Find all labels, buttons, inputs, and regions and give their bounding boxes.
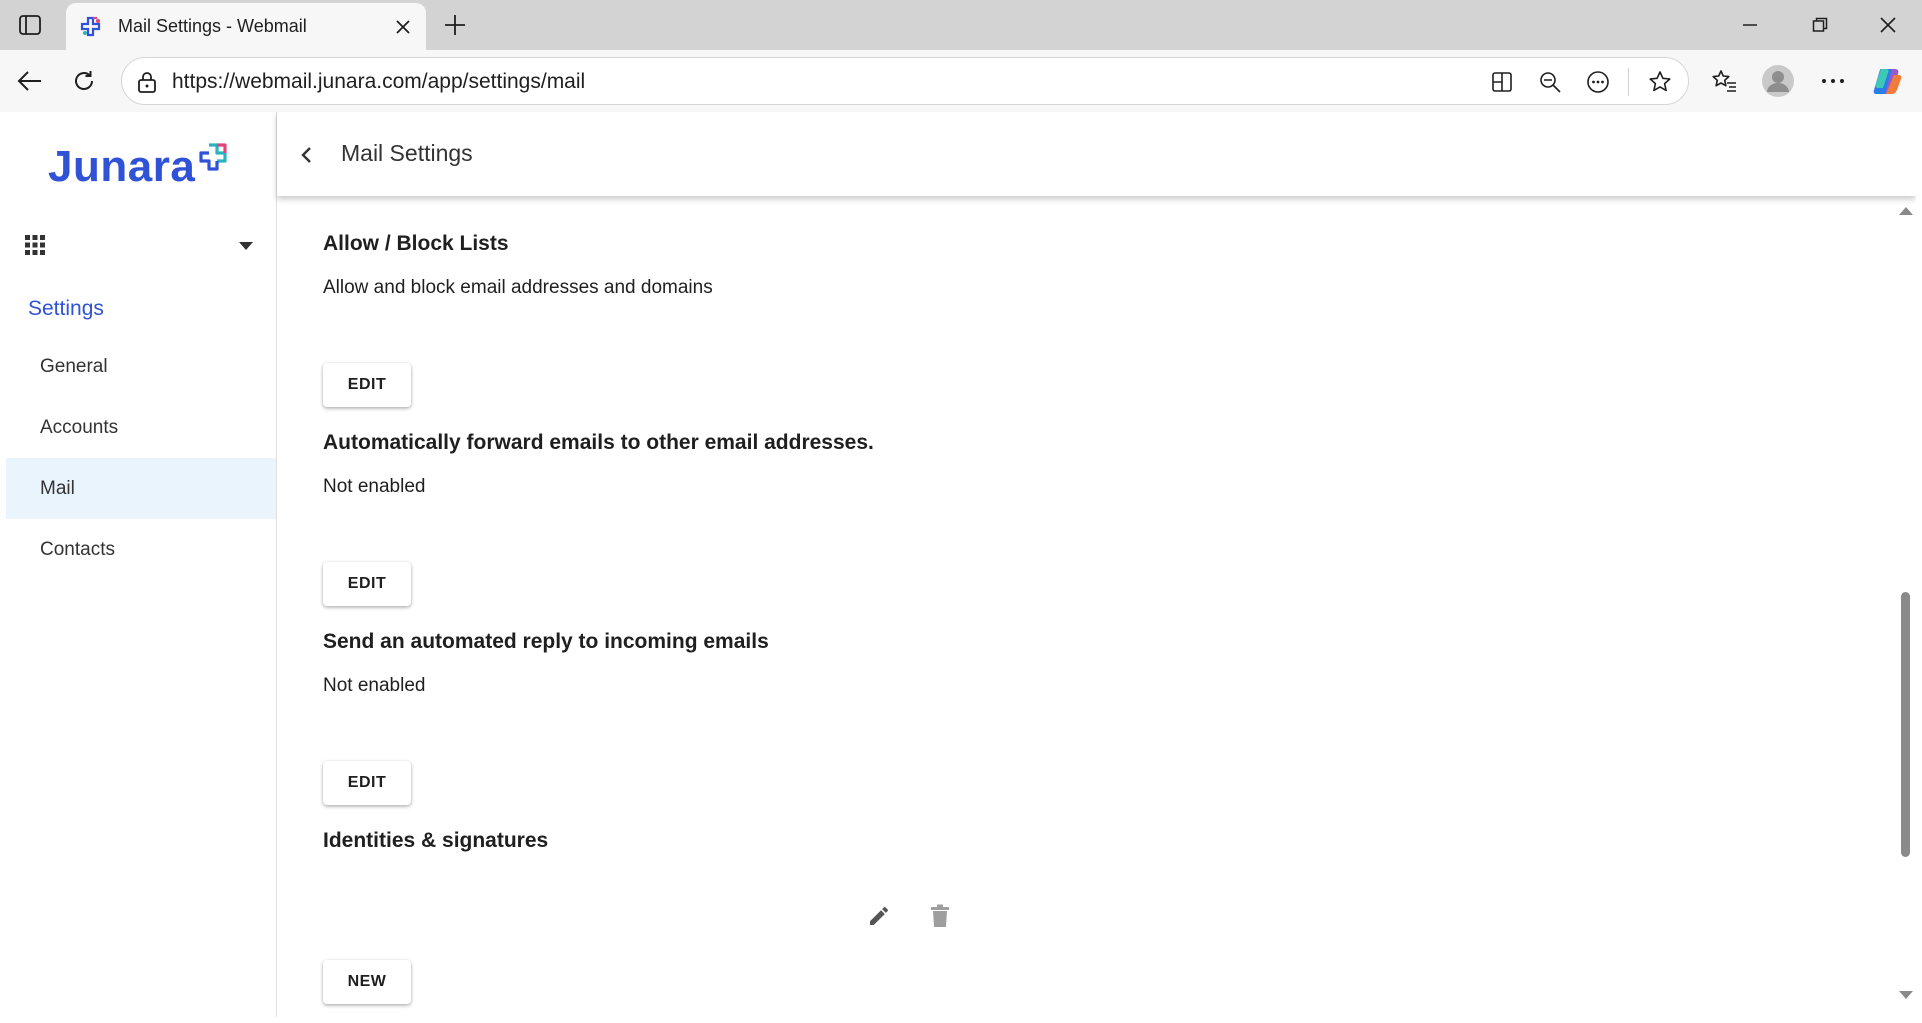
url-text[interactable]: https://webmail.junara.com/app/settings/… bbox=[172, 70, 585, 94]
page-title: Mail Settings bbox=[341, 140, 473, 166]
copilot-icon[interactable] bbox=[1870, 63, 1906, 99]
minimize-icon[interactable] bbox=[1720, 0, 1780, 50]
main-panel: Mail Settings Allow / Block Lists Allow … bbox=[277, 112, 1916, 1017]
divider bbox=[1628, 68, 1629, 96]
sidebar-item-contacts[interactable]: Contacts bbox=[6, 519, 276, 580]
app-switcher[interactable] bbox=[6, 226, 277, 266]
logo-text: Junara bbox=[48, 142, 196, 191]
allow-block-description: Allow and block email addresses and doma… bbox=[323, 277, 713, 298]
split-screen-icon[interactable] bbox=[1488, 68, 1516, 96]
address-bar[interactable]: https://webmail.junara.com/app/settings/… bbox=[121, 57, 1689, 105]
allow-block-title: Allow / Block Lists bbox=[323, 232, 509, 255]
page-viewport: Junara Settings General Accounts Mail Co… bbox=[6, 112, 1916, 1017]
chevron-left-icon[interactable] bbox=[289, 138, 323, 172]
browser-tab-active[interactable]: Mail Settings - Webmail bbox=[66, 3, 426, 50]
chevron-down-icon[interactable] bbox=[236, 236, 256, 256]
ellipsis-icon[interactable] bbox=[1815, 63, 1851, 99]
favorites-list-icon[interactable] bbox=[1706, 63, 1742, 99]
scroll-down-arrow-icon[interactable] bbox=[1899, 988, 1913, 999]
allow-block-edit-button[interactable]: EDIT bbox=[323, 363, 411, 407]
plus-icon[interactable] bbox=[438, 8, 472, 42]
browser-titlebar: Mail Settings - Webmail bbox=[0, 0, 1922, 50]
lock-icon[interactable] bbox=[134, 69, 160, 95]
forward-status: Not enabled bbox=[323, 476, 426, 497]
tab-title: Mail Settings - Webmail bbox=[118, 16, 307, 36]
forward-edit-button[interactable]: EDIT bbox=[323, 562, 411, 606]
page-header: Mail Settings bbox=[277, 112, 1916, 196]
settings-content: Allow / Block Lists Allow and block emai… bbox=[277, 196, 1916, 1017]
sidebar-item-accounts[interactable]: Accounts bbox=[6, 397, 276, 458]
more-circle-icon[interactable] bbox=[1584, 68, 1612, 96]
sidebar-item-general[interactable]: General bbox=[6, 336, 276, 397]
zoom-out-icon[interactable] bbox=[1536, 68, 1564, 96]
refresh-icon[interactable] bbox=[66, 63, 102, 99]
junara-logo[interactable]: Junara bbox=[48, 142, 231, 198]
auto-reply-edit-button[interactable]: EDIT bbox=[323, 761, 411, 805]
auto-reply-title: Send an automated reply to incoming emai… bbox=[323, 630, 769, 653]
tab-actions-icon[interactable] bbox=[14, 12, 46, 38]
close-icon[interactable] bbox=[1858, 0, 1918, 50]
restore-icon[interactable] bbox=[1790, 0, 1850, 50]
scrollbar[interactable] bbox=[1895, 196, 1916, 1017]
auto-reply-status: Not enabled bbox=[323, 675, 426, 696]
scrollbar-thumb[interactable] bbox=[1901, 592, 1910, 857]
identities-title: Identities & signatures bbox=[323, 829, 549, 852]
scroll-up-arrow-icon[interactable] bbox=[1899, 202, 1913, 215]
close-icon[interactable] bbox=[388, 12, 418, 42]
star-icon[interactable] bbox=[1646, 68, 1674, 96]
pencil-icon[interactable] bbox=[865, 902, 893, 930]
app-grid-icon[interactable] bbox=[24, 234, 48, 258]
trash-icon[interactable] bbox=[926, 902, 954, 930]
sidebar-item-mail[interactable]: Mail bbox=[6, 458, 276, 519]
new-identity-button[interactable]: NEW bbox=[323, 960, 411, 1004]
arrow-left-icon[interactable] bbox=[12, 63, 48, 99]
sidebar-nav: General Accounts Mail Contacts bbox=[6, 336, 276, 580]
sidebar-settings-heading[interactable]: Settings bbox=[28, 297, 104, 321]
junara-logo-mark-icon bbox=[197, 142, 231, 176]
profile-avatar-icon[interactable] bbox=[1760, 63, 1796, 99]
browser-toolbar: https://webmail.junara.com/app/settings/… bbox=[0, 50, 1922, 112]
sidebar: Junara Settings General Accounts Mail Co… bbox=[6, 112, 277, 1017]
junara-favicon bbox=[80, 16, 102, 38]
forward-title: Automatically forward emails to other em… bbox=[323, 431, 874, 454]
